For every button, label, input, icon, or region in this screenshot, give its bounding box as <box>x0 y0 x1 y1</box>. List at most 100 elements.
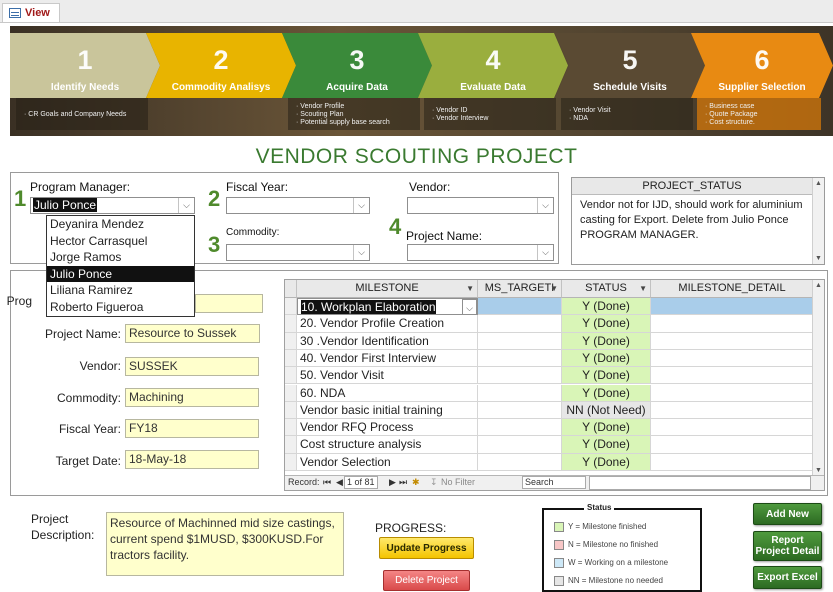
tab-view[interactable]: View <box>2 3 60 22</box>
fiscal-year-field[interactable]: FY18 <box>125 419 259 438</box>
cell-detail[interactable] <box>651 384 814 402</box>
column-header-ms-target[interactable]: MS_TARGETI ▼ <box>478 280 562 298</box>
cell-milestone[interactable]: 50. Vendor Visit <box>297 367 478 385</box>
cell-target[interactable] <box>478 436 562 454</box>
cell-target[interactable] <box>478 401 562 420</box>
record-position[interactable]: 1 of 81 <box>344 476 378 489</box>
project-status-text[interactable]: Vendor not for IJD, should work for alum… <box>572 195 824 243</box>
fiscal-year-combo[interactable]: ⌵ <box>226 197 370 214</box>
row-selector[interactable] <box>285 419 297 437</box>
cell-target[interactable] <box>478 298 562 316</box>
target-date-field[interactable]: 18-May-18 <box>125 450 259 469</box>
table-row[interactable]: 20. Vendor Profile Creation Y (Done) <box>285 315 814 333</box>
next-record-icon[interactable]: ▶ <box>389 476 396 489</box>
grid-corner[interactable] <box>285 280 297 298</box>
project-name-field[interactable]: Resource to Sussek <box>125 324 260 343</box>
cell-status[interactable]: Y (Done) <box>562 367 651 385</box>
new-record-icon[interactable]: ✱ <box>412 476 420 489</box>
cell-detail[interactable] <box>651 419 814 437</box>
cell-milestone[interactable]: Vendor RFQ Process <box>297 419 478 437</box>
sort-arrow-icon[interactable]: ▼ <box>639 280 647 297</box>
grid-vertical-scrollbar[interactable]: ▲ ▼ <box>812 280 824 476</box>
table-row[interactable]: 10. Workplan Elaboration ⌵ Y (Done) <box>285 298 814 316</box>
cell-status[interactable]: Y (Done) <box>562 315 651 333</box>
cell-detail[interactable] <box>651 367 814 385</box>
program-manager-detail-field[interactable] <box>195 294 263 313</box>
cell-status[interactable]: Y (Done) <box>562 453 651 471</box>
cell-status[interactable]: Y (Done) <box>562 436 651 454</box>
column-header-milestone-detail[interactable]: MILESTONE_DETAIL <box>651 280 814 298</box>
project-status-scrollbar[interactable]: ▲ ▼ <box>812 178 824 264</box>
cell-target[interactable] <box>478 384 562 402</box>
column-header-status[interactable]: STATUS ▼ <box>562 280 651 298</box>
cell-milestone[interactable]: Vendor basic initial training <box>297 401 478 420</box>
row-selector[interactable] <box>285 298 297 316</box>
chevron-down-icon[interactable]: ⌵ <box>537 245 553 260</box>
update-progress-button[interactable]: Update Progress <box>379 537 474 559</box>
chevron-down-icon[interactable]: ⌵ <box>353 245 369 260</box>
chevron-down-icon[interactable]: ⌵ <box>178 198 194 213</box>
cell-detail[interactable] <box>651 453 814 471</box>
cell-status[interactable]: Y (Done) <box>562 349 651 368</box>
cell-target[interactable] <box>478 367 562 385</box>
cell-milestone[interactable]: 20. Vendor Profile Creation <box>297 315 478 333</box>
cell-target[interactable] <box>478 349 562 368</box>
cell-status[interactable]: Y (Done) <box>562 384 651 402</box>
prev-record-icon[interactable]: ◀ <box>336 476 343 489</box>
row-selector[interactable] <box>285 436 297 454</box>
row-selector[interactable] <box>285 315 297 333</box>
project-name-combo[interactable]: ⌵ <box>407 244 554 261</box>
horizontal-scrollbar[interactable] <box>589 476 811 490</box>
commodity-field[interactable]: Machining <box>125 388 259 407</box>
report-project-detail-button[interactable]: Report Project Detail <box>753 531 822 561</box>
cell-target[interactable] <box>478 453 562 471</box>
vendor-combo[interactable]: ⌵ <box>407 197 554 214</box>
cell-target[interactable] <box>478 419 562 437</box>
table-row[interactable]: Vendor basic initial training NN (Not Nee… <box>285 401 814 420</box>
cell-milestone[interactable]: Vendor Selection <box>297 453 478 471</box>
search-box[interactable]: Search <box>522 476 586 489</box>
program-manager-option[interactable]: Julio Ponce <box>47 265 194 283</box>
cell-milestone[interactable]: 30 .Vendor Identification <box>297 332 478 350</box>
cell-detail[interactable] <box>651 315 814 333</box>
table-row[interactable]: 50. Vendor Visit Y (Done) <box>285 367 814 385</box>
program-manager-option[interactable]: Roberto Figueroa <box>47 299 194 316</box>
table-row[interactable]: Cost structure analysis Y (Done) <box>285 436 814 454</box>
cell-status[interactable]: Y (Done) <box>562 419 651 437</box>
cell-detail[interactable] <box>651 349 814 368</box>
table-row[interactable]: Vendor RFQ Process Y (Done) <box>285 419 814 437</box>
cell-milestone[interactable]: 60. NDA <box>297 384 478 402</box>
program-manager-combo[interactable]: Julio Ponce ⌵ <box>30 197 195 214</box>
cell-detail[interactable] <box>651 436 814 454</box>
cell-milestone[interactable]: 10. Workplan Elaboration ⌵ <box>297 298 478 316</box>
sort-arrow-icon[interactable]: ▼ <box>466 280 474 297</box>
cell-detail[interactable] <box>651 332 814 350</box>
cell-detail[interactable] <box>651 298 814 316</box>
delete-project-button[interactable]: Delete Project <box>383 570 470 591</box>
chevron-down-icon[interactable]: ⌵ <box>353 198 369 213</box>
row-selector[interactable] <box>285 332 297 350</box>
scroll-up-icon[interactable]: ▲ <box>813 280 824 291</box>
last-record-icon[interactable]: ⏭ <box>399 476 407 489</box>
project-description-field[interactable]: Resource of Machinned mid size castings,… <box>106 512 344 576</box>
program-manager-option[interactable]: Hector Carrasquel <box>47 233 194 250</box>
filter-icon[interactable]: ↧ <box>430 476 438 489</box>
cell-status[interactable]: Y (Done) <box>562 332 651 350</box>
table-row[interactable]: Vendor Selection Y (Done) <box>285 453 814 471</box>
chevron-down-icon[interactable]: ⌵ <box>462 299 477 315</box>
table-row[interactable]: 60. NDA Y (Done) <box>285 384 814 402</box>
cell-detail[interactable] <box>651 401 814 420</box>
cell-status[interactable]: Y (Done) <box>562 298 651 316</box>
cell-target[interactable] <box>478 332 562 350</box>
row-selector[interactable] <box>285 384 297 402</box>
table-row[interactable]: 30 .Vendor Identification Y (Done) <box>285 332 814 350</box>
first-record-icon[interactable]: ⏮ <box>323 476 331 489</box>
program-manager-option[interactable]: Deyanira Mendez <box>47 216 194 233</box>
export-excel-button[interactable]: Export Excel <box>753 566 822 589</box>
cell-milestone[interactable]: Cost structure analysis <box>297 436 478 454</box>
row-selector[interactable] <box>285 367 297 385</box>
program-manager-option[interactable]: Jorge Ramos <box>47 249 194 266</box>
filter-status[interactable]: No Filter <box>441 476 475 489</box>
cell-target[interactable] <box>478 315 562 333</box>
sort-arrow-icon[interactable]: ▼ <box>550 280 558 297</box>
